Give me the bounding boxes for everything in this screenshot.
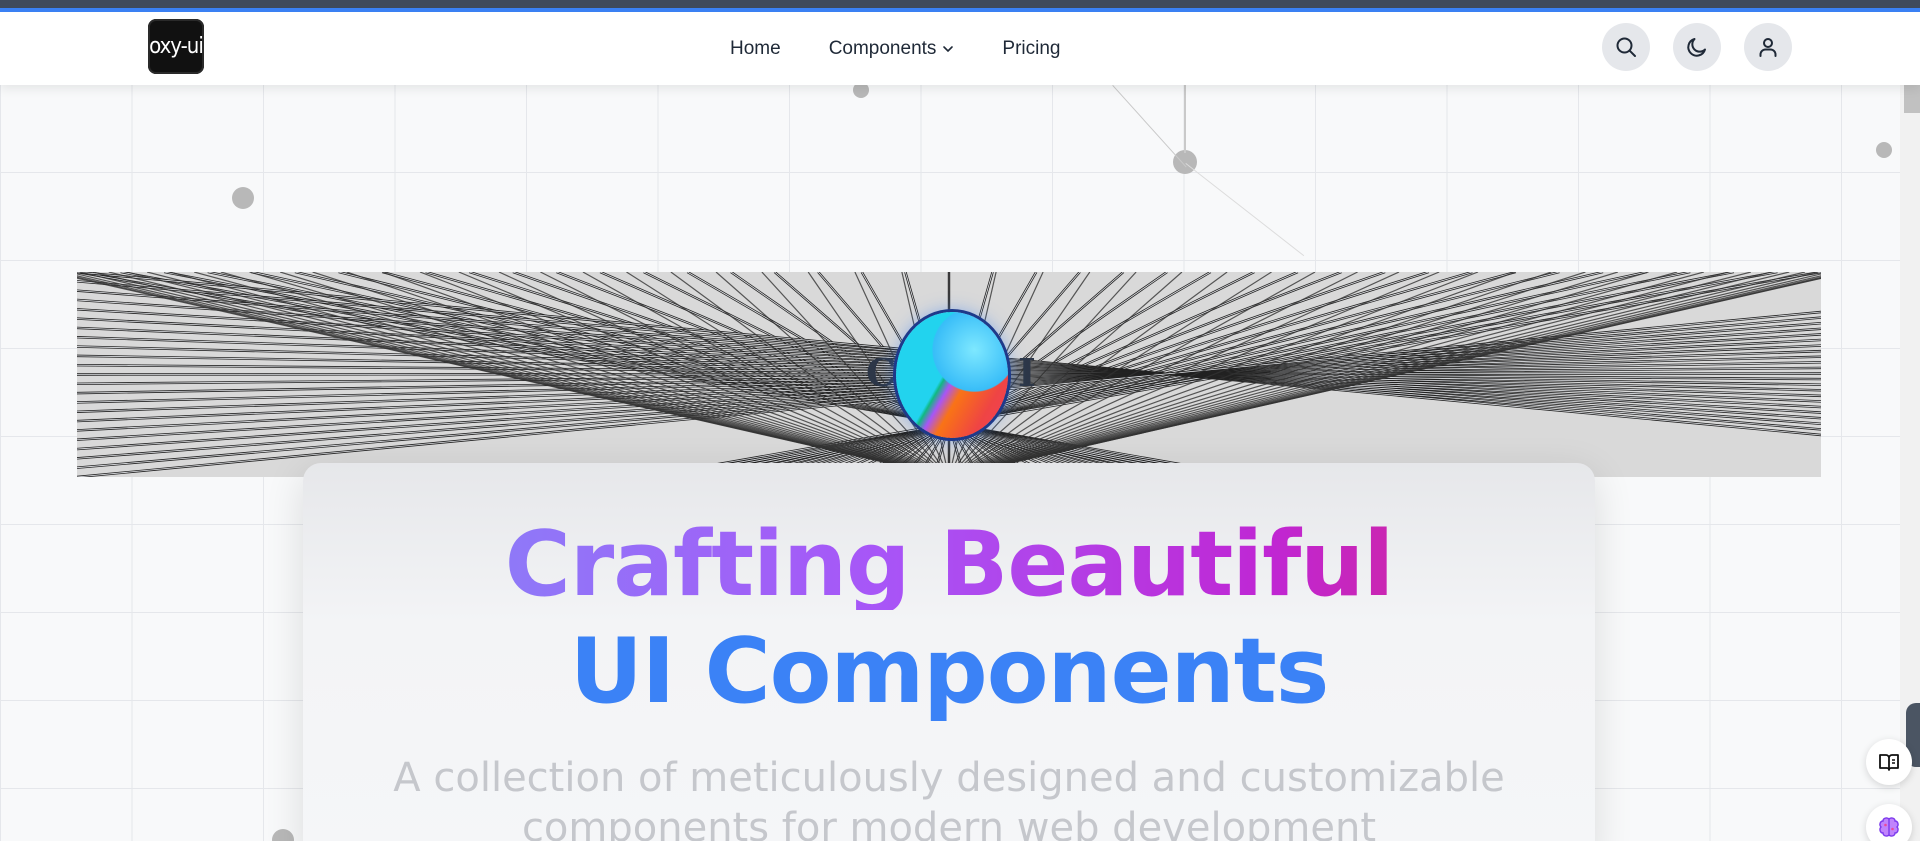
moon-icon [1687, 38, 1706, 57]
hero-title-line1: Crafting Beautiful [303, 520, 1595, 610]
chevron-down-icon [943, 45, 954, 52]
nav-pricing-label: Pricing [1002, 37, 1061, 59]
decor-dot [232, 187, 254, 209]
search-icon [1616, 37, 1636, 57]
theme-toggle-button[interactable] [1673, 23, 1721, 71]
search-button[interactable] [1602, 23, 1650, 71]
nav-home-label: Home [730, 37, 781, 59]
user-icon [1759, 38, 1777, 57]
top-accent-bar [0, 0, 1920, 12]
user-account-button[interactable] [1744, 23, 1792, 71]
nav-components-label: Components [828, 37, 937, 59]
header-actions [1602, 23, 1792, 71]
decor-line [1184, 85, 1186, 153]
reader-mode-button[interactable] [1866, 739, 1912, 785]
banner-letter-left: C [866, 350, 897, 395]
scrollbar-thumb[interactable] [1904, 85, 1920, 113]
book-open-icon [1879, 754, 1899, 771]
decor-dot [1876, 142, 1892, 158]
logo-text: oxy-ui [149, 34, 204, 59]
hero-title-line2: UI Components [569, 619, 1330, 724]
hero-subtitle-line1: A collection of meticulously designed an… [393, 755, 1505, 801]
gradient-sphere [896, 312, 1008, 438]
main-nav: Home Components Pricing [730, 12, 1061, 85]
oxy-ui-logo[interactable]: oxy-ui [148, 19, 204, 74]
brain-icon [1879, 817, 1899, 837]
navbar: oxy-ui Home Components Pricing [0, 12, 1920, 85]
hero-card: Crafting Beautiful UI Components A colle… [303, 463, 1595, 841]
nav-pricing[interactable]: Pricing [1002, 38, 1060, 60]
nav-home[interactable]: Home [730, 38, 781, 60]
hero-subtitle-line2: components for modern web development [521, 805, 1377, 841]
banner-letter-right: I [1018, 350, 1036, 395]
hero-subtitle: A collection of meticulously designed an… [303, 753, 1595, 841]
nav-components[interactable]: Components [829, 38, 955, 60]
